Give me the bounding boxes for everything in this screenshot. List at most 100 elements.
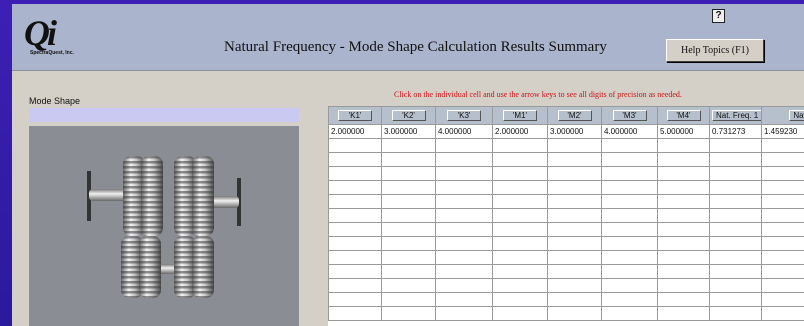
table-cell[interactable] (547, 208, 602, 223)
table-cell[interactable] (381, 222, 436, 237)
table-cell[interactable] (381, 292, 436, 307)
table-cell[interactable] (435, 292, 493, 307)
table-cell[interactable] (657, 166, 710, 181)
table-cell[interactable] (761, 292, 804, 307)
table-cell[interactable] (657, 138, 710, 153)
table-cell[interactable] (492, 222, 548, 237)
table-cell[interactable] (492, 194, 548, 209)
column-header[interactable]: 'M4' (657, 106, 710, 125)
table-cell[interactable] (657, 208, 710, 223)
table-cell[interactable] (435, 194, 493, 209)
table-cell[interactable] (709, 250, 762, 265)
table-cell[interactable] (601, 306, 658, 321)
table-cell[interactable] (709, 166, 762, 181)
table-cell[interactable] (547, 236, 602, 251)
table-cell[interactable] (547, 166, 602, 181)
table-cell[interactable] (492, 138, 548, 153)
table-cell[interactable] (435, 278, 493, 293)
table-cell[interactable] (547, 264, 602, 279)
table-cell[interactable] (435, 208, 493, 223)
column-header[interactable]: 'M3' (601, 106, 658, 125)
table-cell[interactable] (435, 250, 493, 265)
table-cell[interactable] (328, 222, 382, 237)
table-cell[interactable] (328, 208, 382, 223)
table-cell[interactable] (381, 236, 436, 251)
table-cell[interactable]: 2.000000 (492, 124, 548, 139)
table-cell[interactable] (709, 306, 762, 321)
table-cell[interactable] (435, 264, 493, 279)
table-cell[interactable] (328, 264, 382, 279)
table-cell[interactable] (328, 306, 382, 321)
table-cell[interactable] (547, 278, 602, 293)
table-cell[interactable] (657, 152, 710, 167)
table-cell[interactable]: 4.000000 (601, 124, 658, 139)
table-cell[interactable] (547, 152, 602, 167)
table-cell[interactable] (657, 292, 710, 307)
mode-shape-viewer[interactable] (29, 126, 299, 326)
table-cell[interactable]: 3.000000 (547, 124, 602, 139)
table-cell[interactable] (761, 194, 804, 209)
table-cell[interactable] (435, 152, 493, 167)
table-cell[interactable] (709, 152, 762, 167)
table-cell[interactable] (381, 194, 436, 209)
table-cell[interactable] (761, 222, 804, 237)
table-cell[interactable] (761, 264, 804, 279)
table-cell[interactable] (601, 138, 658, 153)
table-cell[interactable] (381, 138, 436, 153)
table-cell[interactable] (761, 166, 804, 181)
table-cell[interactable] (328, 236, 382, 251)
table-cell[interactable] (657, 180, 710, 195)
table-cell[interactable] (435, 306, 493, 321)
column-header[interactable]: 'M2' (547, 106, 602, 125)
table-cell[interactable] (492, 306, 548, 321)
table-cell[interactable] (492, 166, 548, 181)
table-cell[interactable] (709, 236, 762, 251)
table-cell[interactable] (601, 194, 658, 209)
help-topics-button[interactable]: Help Topics (F1) (666, 39, 764, 62)
table-cell[interactable] (657, 236, 710, 251)
table-cell[interactable] (601, 264, 658, 279)
results-table[interactable]: 'K1' 'K2' 'K3' 'M1' 'M2' 'M3' 'M4' Nat. … (328, 106, 804, 326)
table-cell[interactable] (381, 264, 436, 279)
table-cell[interactable] (547, 250, 602, 265)
table-cell[interactable] (547, 306, 602, 321)
table-cell[interactable] (657, 264, 710, 279)
table-cell[interactable] (761, 250, 804, 265)
table-cell[interactable] (492, 208, 548, 223)
table-cell[interactable] (761, 180, 804, 195)
table-cell[interactable] (601, 222, 658, 237)
table-cell[interactable] (547, 292, 602, 307)
table-cell[interactable] (328, 194, 382, 209)
table-cell[interactable] (657, 306, 710, 321)
table-cell[interactable] (601, 152, 658, 167)
column-header[interactable]: 'M1' (492, 106, 548, 125)
table-cell[interactable] (657, 250, 710, 265)
column-header[interactable]: 'K3' (435, 106, 493, 125)
table-cell[interactable] (381, 208, 436, 223)
table-cell[interactable] (709, 138, 762, 153)
table-cell[interactable] (328, 152, 382, 167)
table-cell[interactable] (435, 180, 493, 195)
table-cell[interactable] (657, 278, 710, 293)
table-cell[interactable]: 2.000000 (328, 124, 382, 139)
table-cell[interactable] (492, 250, 548, 265)
table-cell[interactable] (547, 194, 602, 209)
table-cell[interactable] (435, 138, 493, 153)
table-cell[interactable] (601, 180, 658, 195)
table-cell[interactable] (709, 222, 762, 237)
table-cell[interactable] (709, 180, 762, 195)
table-cell[interactable]: 3.000000 (381, 124, 436, 139)
table-cell[interactable] (435, 236, 493, 251)
column-header[interactable]: 'K2' (381, 106, 436, 125)
table-cell[interactable] (709, 208, 762, 223)
table-cell[interactable] (492, 180, 548, 195)
table-cell[interactable]: 1.459230 (761, 124, 804, 139)
table-cell[interactable] (435, 166, 493, 181)
table-cell[interactable] (657, 222, 710, 237)
table-cell[interactable] (492, 292, 548, 307)
table-cell[interactable] (381, 250, 436, 265)
table-cell[interactable] (547, 138, 602, 153)
table-cell[interactable] (328, 166, 382, 181)
table-cell[interactable] (601, 236, 658, 251)
table-cell[interactable] (547, 222, 602, 237)
